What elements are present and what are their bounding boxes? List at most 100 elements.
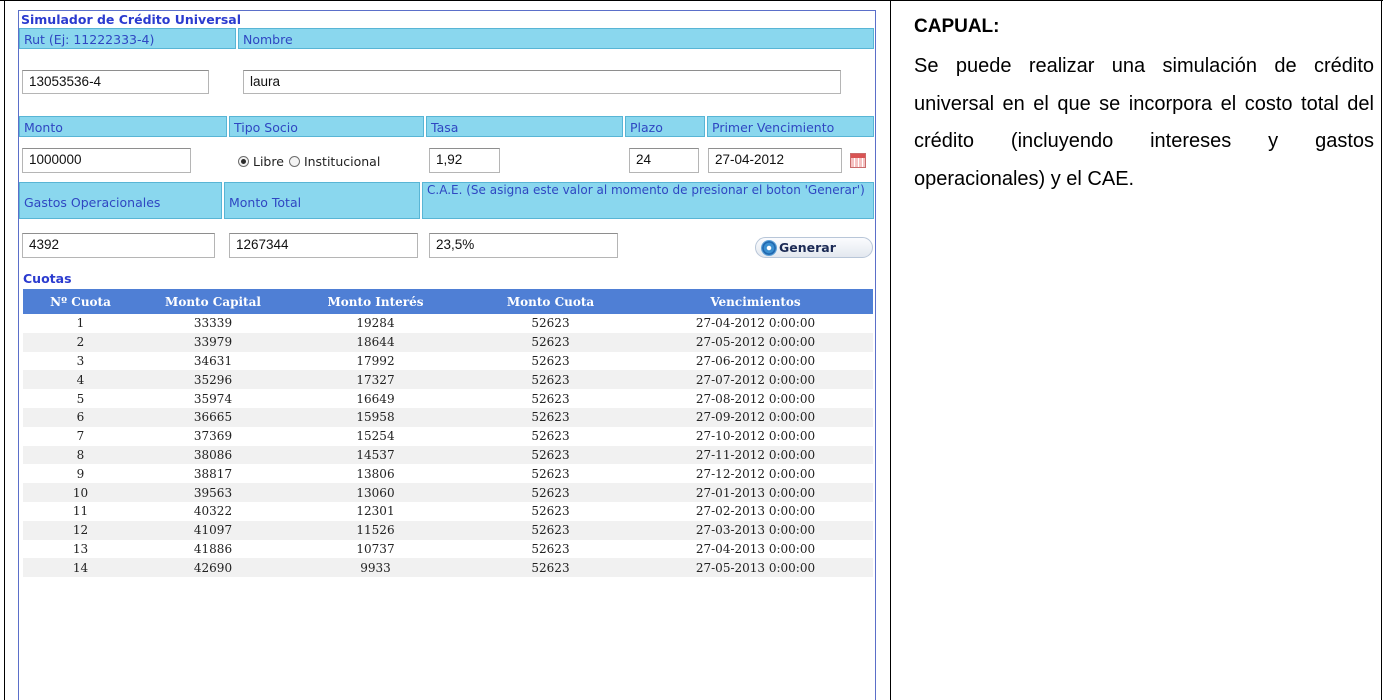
cell-vencimiento: 27-11-2012 0:00:00: [638, 445, 873, 465]
table-row: 12 41097 11526 52623 27-03-2013 0:00:00: [23, 520, 873, 540]
cell-vencimiento: 27-07-2012 0:00:00: [638, 370, 873, 390]
table-row: 6 36665 15958 52623 27-09-2012 0:00:00: [23, 407, 873, 427]
cell-monto-interes: 13060: [288, 483, 463, 502]
doc-border-top: [0, 0, 1383, 1]
table-row: 2 33979 18644 52623 27-05-2012 0:00:00: [23, 332, 873, 352]
table-row: 14 42690 9933 52623 27-05-2013 0:00:00: [23, 558, 873, 578]
tipo-socio-label: Tipo Socio: [229, 116, 424, 137]
cell-monto-cuota: 52623: [531, 429, 570, 444]
cell-monto-interes: 9933: [288, 558, 463, 578]
refresh-gear-icon: [762, 240, 776, 255]
radio-institucional[interactable]: [288, 156, 300, 167]
cuotas-table-body: 1 33339 19284 52623 27-04-2012 0:00:00 2 33979…: [23, 314, 873, 578]
cell-monto-interes: 17992: [356, 353, 395, 368]
col-header-numero-cuota: Nº Cuota: [23, 289, 138, 314]
cell-numero-cuota: 13: [72, 541, 89, 556]
cell-monto-capital: 38086: [138, 445, 288, 465]
cell-monto-capital: 33979: [138, 332, 288, 352]
cell-monto-interes: 11526: [288, 520, 463, 540]
cell-monto-cuota: 52623: [463, 332, 638, 352]
table-row: 3 34631 17992 52623 27-06-2012 0:00:00: [23, 352, 873, 371]
cell-vencimiento: 27-04-2012 0:00:00: [695, 316, 816, 331]
cell-monto-capital: 34631: [193, 353, 233, 368]
cell-monto-cuota: 52623: [531, 466, 570, 481]
description-title: CAPUAL:: [914, 16, 1000, 37]
cell-monto-interes: 13806: [356, 466, 395, 481]
generar-button-label: Generar: [779, 240, 836, 255]
cell-numero-cuota: 4: [23, 370, 138, 390]
cell-monto-capital: 42690: [138, 558, 288, 578]
radio-institucional-label: Institucional: [303, 154, 381, 169]
cell-numero-cuota: 10: [23, 483, 138, 502]
rut-input[interactable]: 13053536-4: [22, 70, 209, 94]
cell-vencimiento: 27-08-2012 0:00:00: [695, 391, 816, 406]
cell-vencimiento: 27-12-2012 0:00:00: [695, 466, 816, 481]
cell-numero-cuota: 9: [76, 466, 85, 481]
cell-monto-capital: 39563: [138, 483, 288, 502]
cell-monto-capital: 38817: [193, 466, 233, 481]
cell-monto-cuota: 52623: [463, 520, 638, 540]
cell-monto-capital: 33339: [193, 316, 233, 331]
cell-monto-capital: 35296: [138, 370, 288, 390]
radio-libre[interactable]: [238, 156, 249, 167]
gastos-operacionales-input[interactable]: 4392: [22, 233, 215, 258]
cell-monto-capital: 40322: [193, 504, 233, 519]
tasa-label: Tasa: [426, 116, 623, 137]
doc-border-right: [1381, 0, 1382, 700]
cell-monto-interes: 18644: [288, 332, 463, 352]
table-row: 8 38086 14537 52623 27-11-2012 0:00:00: [23, 445, 873, 465]
primer-vencimiento-label: Primer Vencimiento: [707, 116, 874, 137]
gastos-operacionales-label: Gastos Operacionales: [19, 182, 222, 219]
cell-numero-cuota: 2: [23, 332, 138, 352]
cell-vencimiento: 27-06-2012 0:00:00: [695, 353, 816, 368]
cell-monto-cuota: 52623: [463, 558, 638, 578]
rut-label: Rut (Ej: 11222333-4): [19, 28, 236, 49]
cell-numero-cuota: 5: [76, 391, 85, 406]
monto-total-input[interactable]: 1267344: [229, 233, 418, 258]
cell-numero-cuota: 12: [23, 520, 138, 540]
cae-label: C.A.E. (Se asigna este valor al momento …: [422, 182, 874, 219]
nombre-input[interactable]: laura: [243, 70, 841, 94]
monto-label: Monto: [19, 116, 227, 137]
cell-vencimiento: 27-02-2013 0:00:00: [695, 504, 816, 519]
cell-monto-cuota: 52623: [463, 407, 638, 427]
cell-numero-cuota: 1: [76, 316, 85, 331]
cell-monto-interes: 14537: [288, 445, 463, 465]
tasa-input[interactable]: 1,92: [429, 148, 500, 173]
table-row: 9 38817 13806 52623 27-12-2012 0:00:00: [23, 464, 873, 483]
plazo-input[interactable]: 24: [629, 148, 699, 173]
monto-input[interactable]: 1000000: [22, 148, 191, 173]
cell-monto-interes: 16649: [356, 391, 395, 406]
table-row: 5 35974 16649 52623 27-08-2012 0:00:00: [23, 389, 873, 408]
cell-vencimiento: 27-10-2012 0:00:00: [695, 429, 816, 444]
table-row: 1 33339 19284 52623 27-04-2012 0:00:00: [23, 314, 873, 333]
cell-monto-interes: 17327: [288, 370, 463, 390]
cell-monto-interes: 10737: [356, 541, 395, 556]
cell-numero-cuota: 14: [23, 558, 138, 578]
col-header-monto-capital: Monto Capital: [138, 289, 288, 314]
table-row: 13 41886 10737 52623 27-04-2013 0:00:00: [23, 540, 873, 559]
cell-vencimiento: 27-04-2013 0:00:00: [695, 541, 816, 556]
col-header-monto-cuota: Monto Cuota: [463, 289, 638, 314]
doc-border-left: [4, 0, 5, 700]
cell-monto-cuota: 52623: [531, 391, 570, 406]
cell-monto-cuota: 52623: [531, 316, 570, 331]
calendar-icon[interactable]: [850, 153, 866, 168]
radio-libre-label: Libre: [253, 154, 284, 169]
plazo-label: Plazo: [625, 116, 705, 137]
doc-border-middle: [890, 0, 891, 700]
primer-vencimiento-input[interactable]: 27-04-2012: [708, 148, 842, 173]
cell-monto-cuota: 52623: [531, 504, 570, 519]
cuotas-table-header-row: Nº Cuota Monto Capital Monto Interés Mon…: [23, 289, 873, 314]
cell-numero-cuota: 7: [76, 429, 85, 444]
tipo-socio-radio-group: Libre Institucional: [238, 154, 380, 169]
cell-monto-capital: 35974: [193, 391, 233, 406]
cell-monto-capital: 41097: [138, 520, 288, 540]
table-row: 7 37369 15254 52623 27-10-2012 0:00:00: [23, 427, 873, 446]
cae-input[interactable]: 23,5%: [429, 233, 618, 258]
cell-monto-capital: 36665: [138, 407, 288, 427]
cell-vencimiento: 27-01-2013 0:00:00: [638, 483, 873, 502]
table-row: 4 35296 17327 52623 27-07-2012 0:00:00: [23, 370, 873, 390]
cell-monto-cuota: 52623: [463, 445, 638, 465]
generar-button[interactable]: Generar: [755, 237, 873, 258]
